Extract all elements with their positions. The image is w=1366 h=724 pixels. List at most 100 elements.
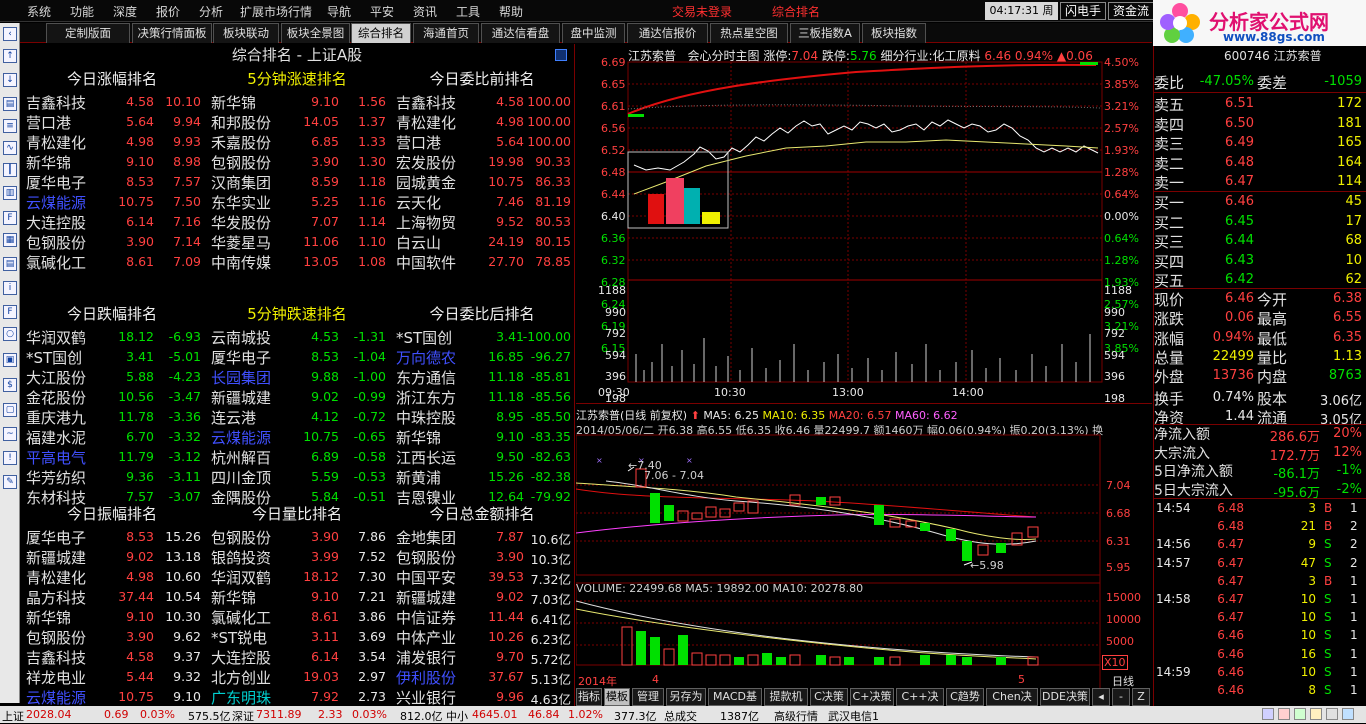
ranking-stock-name[interactable]: 包钢股份	[26, 232, 112, 252]
monitor-icon[interactable]: ▣	[3, 353, 17, 367]
tab-composite-ranking[interactable]: 综合排名	[351, 23, 411, 43]
ranking-stock-name[interactable]: 园城黄金	[396, 172, 482, 192]
ranking-stock-name[interactable]: 东华实业	[211, 192, 297, 212]
menu-item-news[interactable]: 资讯	[413, 3, 437, 20]
tab-template[interactable]: 模板	[604, 688, 630, 706]
grid-icon[interactable]: ▦	[3, 233, 17, 247]
ranking-stock-name[interactable]: 大江股份	[26, 367, 112, 387]
ranking-stock-name[interactable]: 吉鑫科技	[396, 92, 482, 112]
ranking-stock-name[interactable]: 厦华电子	[26, 527, 112, 547]
ranking-stock-name[interactable]: 新华锦	[26, 607, 112, 627]
ranking-stock-name[interactable]: 福建水泥	[26, 427, 112, 447]
tab-haitong-home[interactable]: 海通首页	[413, 23, 479, 43]
menu-item-depth[interactable]: 深度	[113, 3, 137, 20]
ranking-stock-name[interactable]: 新华锦	[396, 427, 482, 447]
ranking-stock-name[interactable]: 新华锦	[26, 152, 112, 172]
arrow-down-icon[interactable]: ↓	[3, 73, 17, 87]
tab-manage[interactable]: 管理	[632, 688, 664, 706]
tray-icon-4[interactable]	[1310, 708, 1322, 720]
ranking-stock-name[interactable]: 华芳纺织	[26, 467, 112, 487]
ranking-stock-name[interactable]: 汉商集团	[211, 172, 297, 192]
ranking-stock-name[interactable]: 大连控股	[211, 647, 297, 667]
chart-icon[interactable]: ▤	[3, 97, 17, 111]
period-label[interactable]: 日线	[1112, 673, 1134, 689]
ranking-stock-name[interactable]: 包钢股份	[211, 527, 297, 547]
tab-sector-link[interactable]: 板块联动	[213, 23, 279, 43]
ranking-stock-name[interactable]: 氯碱化工	[211, 607, 297, 627]
daily-chart[interactable]: 江苏索普(日线 前复权) ⬆ MA5: 6.25 MA10: 6.35 MA20…	[576, 405, 1152, 688]
wave-icon[interactable]: ~	[3, 427, 17, 441]
ranking-stock-name[interactable]: 浙江东方	[396, 387, 482, 407]
tab-tdx-watch[interactable]: 通达信看盘	[481, 23, 560, 43]
window-icon[interactable]: ▢	[3, 403, 17, 417]
f12-icon[interactable]: F	[3, 305, 17, 319]
ranking-stock-name[interactable]: 云煤能源	[26, 192, 112, 212]
ranking-stock-name[interactable]: 江西长运	[396, 447, 482, 467]
ranking-stock-name[interactable]: 银鸽投资	[211, 547, 297, 567]
tab-custom-layout[interactable]: 定制版面	[46, 23, 130, 43]
ranking-stock-name[interactable]: 上海物贸	[396, 212, 482, 232]
tab-tdx-quote[interactable]: 通达信报价	[627, 23, 708, 43]
minus-icon[interactable]: -	[1112, 688, 1130, 706]
ranking-stock-name[interactable]: 厦华电子	[211, 347, 297, 367]
forex-icon[interactable]: $	[3, 378, 17, 392]
menu-item-function[interactable]: 功能	[70, 3, 94, 20]
f10-icon[interactable]: F	[3, 211, 17, 225]
fund-flow-button[interactable]: 资金流	[1108, 2, 1154, 20]
ranking-stock-name[interactable]: 白云山	[396, 232, 482, 252]
table-icon[interactable]: ▤	[3, 257, 17, 271]
ranking-stock-name[interactable]: 广东明珠	[211, 687, 297, 707]
ranking-stock-name[interactable]: 金地集团	[396, 527, 482, 547]
tray-icon-5[interactable]	[1326, 708, 1338, 720]
tab-dde-decision[interactable]: DDE决策	[1040, 688, 1090, 706]
tab-hotspot-map[interactable]: 热点星空图	[710, 23, 788, 43]
arrow-up-icon[interactable]: ↑	[3, 49, 17, 63]
tab-macd[interactable]: MACD基本	[708, 688, 762, 719]
ranking-stock-name[interactable]: 包钢股份	[211, 152, 297, 172]
ranking-stock-name[interactable]: 和邦股份	[211, 112, 297, 132]
ranking-stock-name[interactable]: 四川金顶	[211, 467, 297, 487]
tab-chen-decision[interactable]: Chen决策	[986, 688, 1038, 719]
ranking-stock-name[interactable]: 厦华电子	[26, 172, 112, 192]
ranking-stock-name[interactable]: 晶方科技	[26, 587, 112, 607]
tab-c-trend[interactable]: C趋势	[946, 688, 984, 706]
ranking-stock-name[interactable]: 重庆港九	[26, 407, 112, 427]
ranking-stock-name[interactable]: 中珠控股	[396, 407, 482, 427]
ranking-stock-name[interactable]: 新华锦	[211, 92, 297, 112]
ranking-stock-name[interactable]: 新黄浦	[396, 467, 482, 487]
bar-chart-icon[interactable]: ▥	[3, 186, 17, 200]
ranking-stock-name[interactable]: 青松建化	[396, 112, 482, 132]
ranking-stock-name[interactable]: 青松建化	[26, 132, 112, 152]
tab-c-decision[interactable]: C决策	[810, 688, 848, 706]
line-chart-icon[interactable]: ∿	[3, 141, 17, 155]
ranking-stock-name[interactable]: 氯碱化工	[26, 252, 112, 272]
tray-icon-6[interactable]	[1342, 708, 1354, 720]
ranking-stock-name[interactable]: 长园集团	[211, 367, 297, 387]
ranking-stock-name[interactable]: 新疆城建	[26, 547, 112, 567]
ranking-stock-name[interactable]: 中国软件	[396, 252, 482, 272]
tray-icon-3[interactable]	[1294, 708, 1306, 720]
ranking-stock-name[interactable]: 金花股份	[26, 387, 112, 407]
ranking-stock-name[interactable]: *ST国创	[396, 327, 482, 347]
menu-item-analysis[interactable]: 分析	[199, 3, 223, 20]
ranking-stock-name[interactable]: 禾嘉股份	[211, 132, 297, 152]
ranking-stock-name[interactable]: 祥龙电业	[26, 667, 112, 687]
ranking-settings-icon[interactable]	[555, 49, 567, 61]
ranking-stock-name[interactable]: 云南城投	[211, 327, 297, 347]
intraday-chart[interactable]: 江苏索普 会心分时主图 涨停:7.04 跌停:5.76 细分行业:化工原料 6.…	[576, 44, 1152, 405]
tab-cplus-decision[interactable]: C+决策	[850, 688, 894, 706]
ranking-stock-name[interactable]: 中体产业	[396, 627, 482, 647]
settings-icon[interactable]: ○	[3, 327, 17, 341]
back-icon[interactable]: ‹	[3, 27, 17, 41]
trade-status[interactable]: 交易未登录	[672, 3, 732, 20]
ranking-stock-name[interactable]: 包钢股份	[26, 627, 112, 647]
menu-item-system[interactable]: 系统	[27, 3, 51, 20]
ranking-stock-name[interactable]: 华发股份	[211, 212, 297, 232]
ranking-stock-name[interactable]: 云煤能源	[26, 687, 112, 707]
tray-icon-1[interactable]	[1262, 708, 1274, 720]
ranking-stock-name[interactable]: *ST锐电	[211, 627, 297, 647]
pencil-icon[interactable]: ✎	[3, 475, 17, 489]
ranking-stock-name[interactable]: 吉鑫科技	[26, 92, 112, 112]
ranking-stock-name[interactable]: 东方通信	[396, 367, 482, 387]
ranking-stock-name[interactable]: 平高电气	[26, 447, 112, 467]
